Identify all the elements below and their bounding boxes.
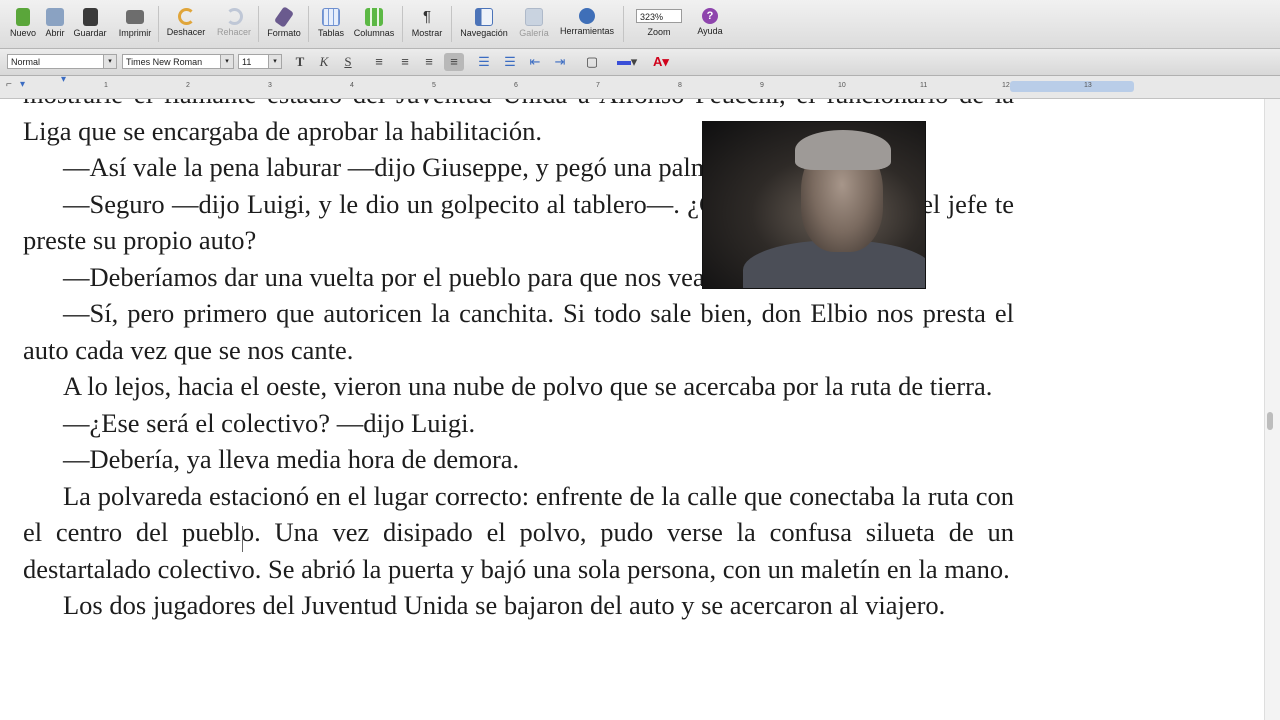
- save-button[interactable]: Guardar: [70, 4, 110, 46]
- webcam-person-hair: [795, 130, 891, 170]
- redo-arrow-icon: [225, 8, 243, 25]
- paragraph[interactable]: La polvareda estacionó en el lugar corre…: [23, 478, 1014, 588]
- format-brush-icon: [273, 6, 295, 28]
- toolbar-separator: [623, 6, 624, 42]
- paragraph[interactable]: A lo lejos, hacia el oeste, vieron una n…: [23, 368, 1014, 405]
- paragraph[interactable]: —¿Ese será el colectivo? —dijo Luigi.: [23, 405, 1014, 442]
- gallery-icon: [525, 8, 543, 26]
- justify-icon[interactable]: ≡: [444, 53, 464, 71]
- align-center-icon[interactable]: ≡: [396, 53, 414, 71]
- style-select[interactable]: Normal ▾: [7, 54, 117, 69]
- tab-stop-icon[interactable]: ⌐: [6, 79, 12, 90]
- toolbar-separator: [158, 6, 159, 42]
- gallery-button[interactable]: Galería: [515, 4, 553, 46]
- numbered-list-icon[interactable]: ☰: [474, 53, 494, 71]
- help-button[interactable]: ? Ayuda: [692, 4, 728, 46]
- toolbar-separator: [258, 6, 259, 42]
- ruler-tick: 12: [1002, 82, 1010, 89]
- font-size-select[interactable]: 11 ▾: [238, 54, 282, 69]
- scrollbar-thumb[interactable]: [1267, 412, 1273, 430]
- undo-arrow-icon: [177, 8, 195, 25]
- new-document-icon: [16, 8, 30, 26]
- ruler-tick: 4: [350, 82, 354, 89]
- tools-button[interactable]: Herramientas: [554, 4, 620, 46]
- vertical-scrollbar[interactable]: [1264, 99, 1280, 720]
- underline-button[interactable]: S: [340, 53, 356, 71]
- ruler-tick: 5: [432, 82, 436, 89]
- standard-toolbar: Nuevo Abrir Guardar Imprimir Deshacer Re…: [0, 0, 1280, 49]
- highlight-color-icon[interactable]: ▾: [612, 53, 642, 71]
- borders-icon[interactable]: ▢: [582, 53, 602, 71]
- zoom-control[interactable]: 323% Zoom: [628, 4, 690, 46]
- save-disk-icon: [82, 8, 98, 26]
- ruler-margin-shade: [1010, 81, 1134, 92]
- ruler-tick: 9: [760, 82, 764, 89]
- ruler-tick: 1: [104, 82, 108, 89]
- show-button[interactable]: ¶ Mostrar: [406, 4, 448, 46]
- paragraph[interactable]: Los dos jugadores del Juventud Unida se …: [23, 587, 1014, 624]
- toolbar-separator: [402, 6, 403, 42]
- paragraph[interactable]: —Debería, ya lleva media hora de demora.: [23, 441, 1014, 478]
- help-icon: ?: [702, 8, 718, 24]
- toolbar-separator: [308, 6, 309, 42]
- align-left-icon[interactable]: ≡: [370, 53, 388, 71]
- redo-button[interactable]: Rehacer: [212, 4, 256, 46]
- printer-icon: [126, 10, 144, 24]
- ruler[interactable]: ⌐ ▾ ▾ 1 2 3 4 5 6 7 8 9 10 11 12 13: [0, 74, 1280, 99]
- pilcrow-icon: ¶: [422, 8, 432, 25]
- paragraph[interactable]: —Sí, pero primero que autoricen la canch…: [23, 295, 1014, 368]
- ruler-tick: 10: [838, 82, 846, 89]
- left-indent-marker-icon[interactable]: ▾: [20, 79, 25, 90]
- open-folder-icon: [46, 8, 64, 26]
- chevron-down-icon: ▾: [103, 55, 116, 68]
- ruler-tick: 13: [1084, 82, 1092, 89]
- zoom-input[interactable]: 323%: [636, 9, 682, 23]
- undo-button[interactable]: Deshacer: [162, 4, 210, 46]
- navigation-pane-icon: [475, 8, 493, 26]
- print-button[interactable]: Imprimir: [114, 4, 156, 46]
- document-canvas[interactable]: mostrarle el flamante estadio del Juvent…: [0, 99, 1264, 720]
- font-select[interactable]: Times New Roman ▾: [122, 54, 234, 69]
- chevron-down-icon: ▾: [268, 55, 281, 68]
- format-button[interactable]: Formato: [262, 4, 306, 46]
- first-line-indent-marker-icon[interactable]: ▾: [61, 74, 66, 85]
- toolbar-separator: [451, 6, 452, 42]
- bold-button[interactable]: T: [292, 53, 308, 71]
- font-color-icon[interactable]: A▾: [646, 53, 676, 71]
- navigation-button[interactable]: Navegación: [454, 4, 514, 46]
- table-grid-icon: [322, 8, 340, 26]
- columns-icon: [365, 8, 383, 26]
- ruler-tick: 2: [186, 82, 190, 89]
- increase-indent-icon[interactable]: ⇥: [550, 53, 570, 71]
- columns-button[interactable]: Columnas: [350, 4, 398, 46]
- ruler-tick: 6: [514, 82, 518, 89]
- chevron-down-icon: ▾: [220, 55, 233, 68]
- ruler-tick: 7: [596, 82, 600, 89]
- formatting-toolbar: Normal ▾ Times New Roman ▾ 11 ▾ T K S ≡ …: [0, 49, 1280, 76]
- new-button[interactable]: Nuevo: [6, 4, 40, 46]
- ruler-tick: 11: [920, 82, 928, 89]
- open-button[interactable]: Abrir: [40, 4, 70, 46]
- tables-button[interactable]: Tablas: [312, 4, 350, 46]
- decrease-indent-icon[interactable]: ⇤: [525, 53, 545, 71]
- bullet-list-icon[interactable]: ☰: [500, 53, 520, 71]
- text-cursor: [242, 526, 243, 552]
- ruler-tick: 8: [678, 82, 682, 89]
- toolbox-icon: [579, 8, 595, 24]
- align-right-icon[interactable]: ≡: [420, 53, 438, 71]
- italic-button[interactable]: K: [316, 53, 332, 71]
- ruler-tick: 3: [268, 82, 272, 89]
- webcam-overlay: [702, 121, 926, 289]
